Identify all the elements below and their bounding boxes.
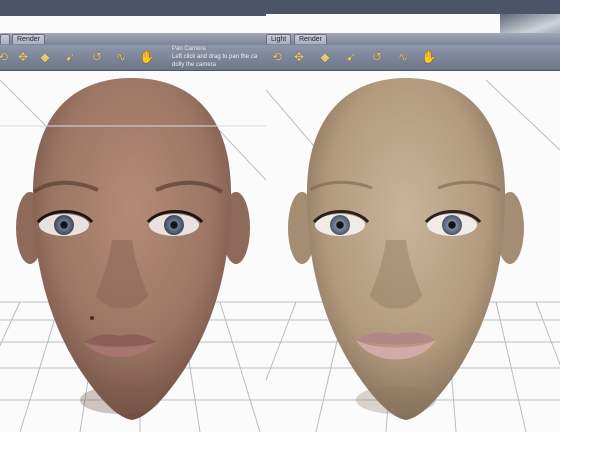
left-viewport[interactable]: Render ⟲ ✥ ◆ ➹ ↺ ∿ ✋ Pan Camera Left cli… <box>0 0 266 432</box>
toolbar: ⟲ ✥ ◆ ➹ ↺ ∿ ✋ Pan Camera Left click and … <box>0 45 266 71</box>
tooltip-line2: dolly the camera <box>172 62 217 68</box>
toolbar: ⟲ ✥ ◆ ➹ ↺ ∿ ✋ <box>266 45 560 71</box>
swirl-icon[interactable]: ∿ <box>394 48 412 66</box>
tab-row: Render <box>0 33 266 45</box>
hand-icon[interactable]: ✋ <box>420 48 438 66</box>
pointer-icon[interactable]: ➹ <box>342 48 360 66</box>
render-scene <box>266 78 560 432</box>
rotate-icon[interactable]: ⟲ <box>268 48 286 66</box>
scale-icon[interactable]: ◆ <box>316 48 334 66</box>
twist-icon[interactable]: ↺ <box>88 48 106 66</box>
tab-row: Light Render <box>266 33 560 45</box>
tooltip-title: Pan Camera <box>172 46 206 52</box>
move-icon[interactable]: ✥ <box>290 48 308 66</box>
rotate-icon[interactable]: ⟲ <box>0 48 12 66</box>
swirl-icon[interactable]: ∿ <box>112 48 130 66</box>
title-bar <box>266 0 560 14</box>
scale-icon[interactable]: ◆ <box>36 48 54 66</box>
tab-partial[interactable] <box>0 34 10 44</box>
move-icon[interactable]: ✥ <box>14 48 32 66</box>
tooltip-line1: Left click and drag to pan the ca <box>172 54 258 60</box>
title-bar <box>0 0 266 16</box>
hand-icon[interactable]: ✋ <box>138 48 156 66</box>
tab-light[interactable]: Light <box>266 34 292 44</box>
pointer-icon[interactable]: ➹ <box>61 48 79 66</box>
tab-render[interactable]: Render <box>12 34 45 44</box>
right-viewport[interactable]: Light Render ⟲ ✥ ◆ ➹ ↺ ∿ ✋ <box>266 0 560 432</box>
tooltip: Pan Camera Left click and drag to pan th… <box>172 45 257 69</box>
tab-render[interactable]: Render <box>294 34 327 44</box>
twist-icon[interactable]: ↺ <box>368 48 386 66</box>
render-scene <box>0 78 266 432</box>
